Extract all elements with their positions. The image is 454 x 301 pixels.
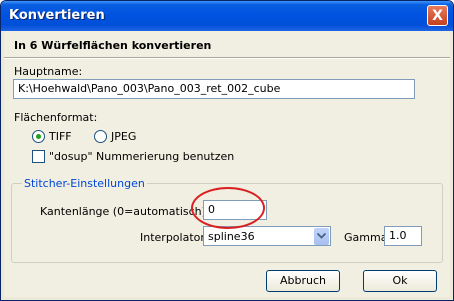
- radio-tiff[interactable]: [32, 130, 45, 143]
- radio-tiff-label[interactable]: TIFF: [49, 130, 72, 143]
- ok-button[interactable]: Ok: [363, 270, 437, 292]
- dropdown-arrow-button[interactable]: [314, 228, 329, 245]
- gamma-value: 1.0: [389, 229, 407, 242]
- dialog-window: Konvertieren X In 6 Würfelflächen konver…: [0, 0, 454, 301]
- dosup-checkbox[interactable]: [32, 150, 45, 163]
- hauptname-input[interactable]: K:\Hoehwald\Pano_003\Pano_003_ret_002_cu…: [13, 79, 415, 99]
- dialog-heading: In 6 Würfelflächen konvertieren: [14, 39, 212, 52]
- hauptname-label: Hauptname:: [14, 65, 83, 78]
- heading-separator: [4, 57, 450, 59]
- dosup-checkbox-label[interactable]: "dosup" Nummerierung benutzen: [49, 150, 234, 163]
- interpolator-value: spline36: [208, 230, 255, 243]
- kantenlaenge-label: Kantenlänge (0=automatisch):: [40, 205, 210, 218]
- radio-selected-dot: [36, 134, 41, 139]
- cancel-button[interactable]: Abbruch: [266, 270, 340, 292]
- stitcher-group-title: Stitcher-Einstellungen: [22, 177, 147, 190]
- close-button[interactable]: X: [427, 5, 448, 26]
- gamma-input[interactable]: 1.0: [384, 226, 422, 246]
- hauptname-value: K:\Hoehwald\Pano_003\Pano_003_ret_002_cu…: [18, 82, 281, 95]
- interpolator-select[interactable]: spline36: [203, 226, 331, 246]
- window-title: Konvertieren: [9, 8, 105, 23]
- title-bar[interactable]: Konvertieren X: [1, 1, 453, 31]
- flaechenformat-label: Flächenformat:: [14, 111, 98, 124]
- interpolator-label: Interpolator:: [140, 231, 209, 244]
- radio-jpeg[interactable]: [94, 130, 107, 143]
- dialog-content: In 6 Würfelflächen konvertieren Hauptnam…: [4, 31, 450, 297]
- radio-jpeg-label[interactable]: JPEG: [111, 130, 136, 143]
- chevron-down-icon: [317, 233, 326, 239]
- annotation-highlight-circle: [191, 187, 265, 229]
- close-icon: X: [432, 8, 443, 24]
